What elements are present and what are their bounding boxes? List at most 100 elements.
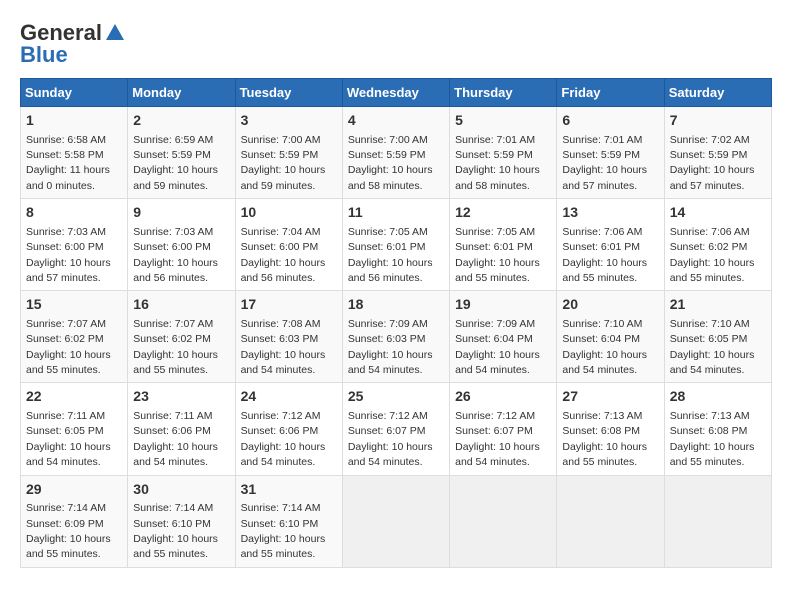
day-content: Sunrise: 7:14 AMSunset: 6:09 PMDaylight:…	[26, 502, 111, 560]
day-header-thursday: Thursday	[450, 79, 557, 107]
day-header-saturday: Saturday	[664, 79, 771, 107]
day-number: 3	[241, 111, 337, 131]
calendar-week-row: 1 Sunrise: 6:58 AMSunset: 5:58 PMDaylight…	[21, 107, 772, 199]
calendar-day-23: 23 Sunrise: 7:11 AMSunset: 6:06 PMDayligh…	[128, 383, 235, 475]
day-content: Sunrise: 7:00 AMSunset: 5:59 PMDaylight:…	[241, 134, 326, 192]
calendar-day-31: 31Sunrise: 7:14 AMSunset: 6:10 PMDayligh…	[235, 475, 342, 567]
calendar-day-15: 15 Sunrise: 7:07 AMSunset: 6:02 PMDayligh…	[21, 291, 128, 383]
logo-blue-text: Blue	[20, 42, 68, 68]
day-number: 28	[670, 387, 766, 407]
day-content: Sunrise: 7:09 AMSunset: 6:03 PMDaylight:…	[348, 318, 433, 376]
calendar-empty-cell	[342, 475, 449, 567]
day-number: 21	[670, 295, 766, 315]
calendar-day-22: 22Sunrise: 7:11 AMSunset: 6:05 PMDayligh…	[21, 383, 128, 475]
day-number: 19	[455, 295, 551, 315]
calendar-day-5: 5 Sunrise: 7:01 AMSunset: 5:59 PMDaylight…	[450, 107, 557, 199]
day-number: 22	[26, 387, 122, 407]
calendar-week-row: 15 Sunrise: 7:07 AMSunset: 6:02 PMDayligh…	[21, 291, 772, 383]
day-header-wednesday: Wednesday	[342, 79, 449, 107]
calendar-day-24: 24 Sunrise: 7:12 AMSunset: 6:06 PMDayligh…	[235, 383, 342, 475]
calendar-empty-cell	[450, 475, 557, 567]
day-number: 11	[348, 203, 444, 223]
day-number: 15	[26, 295, 122, 315]
day-content: Sunrise: 7:05 AMSunset: 6:01 PMDaylight:…	[455, 226, 540, 284]
day-content: Sunrise: 6:58 AMSunset: 5:58 PMDaylight:…	[26, 134, 110, 192]
day-number: 16	[133, 295, 229, 315]
day-header-monday: Monday	[128, 79, 235, 107]
calendar-day-21: 21 Sunrise: 7:10 AMSunset: 6:05 PMDayligh…	[664, 291, 771, 383]
day-content: Sunrise: 7:05 AMSunset: 6:01 PMDaylight:…	[348, 226, 433, 284]
logo: General Blue	[20, 20, 126, 68]
day-number: 24	[241, 387, 337, 407]
day-content: Sunrise: 7:02 AMSunset: 5:59 PMDaylight:…	[670, 134, 755, 192]
day-number: 8	[26, 203, 122, 223]
day-number: 31	[241, 480, 337, 500]
day-content: Sunrise: 7:12 AMSunset: 6:07 PMDaylight:…	[455, 410, 540, 468]
calendar-day-19: 19 Sunrise: 7:09 AMSunset: 6:04 PMDayligh…	[450, 291, 557, 383]
calendar-day-25: 25 Sunrise: 7:12 AMSunset: 6:07 PMDayligh…	[342, 383, 449, 475]
day-number: 6	[562, 111, 658, 131]
day-number: 17	[241, 295, 337, 315]
day-content: Sunrise: 7:12 AMSunset: 6:06 PMDaylight:…	[241, 410, 326, 468]
calendar-day-7: 7 Sunrise: 7:02 AMSunset: 5:59 PMDaylight…	[664, 107, 771, 199]
day-number: 12	[455, 203, 551, 223]
day-number: 23	[133, 387, 229, 407]
calendar-day-18: 18 Sunrise: 7:09 AMSunset: 6:03 PMDayligh…	[342, 291, 449, 383]
day-content: Sunrise: 7:10 AMSunset: 6:05 PMDaylight:…	[670, 318, 755, 376]
day-number: 25	[348, 387, 444, 407]
calendar-day-12: 12 Sunrise: 7:05 AMSunset: 6:01 PMDayligh…	[450, 199, 557, 291]
day-number: 7	[670, 111, 766, 131]
day-number: 18	[348, 295, 444, 315]
calendar-day-30: 30Sunrise: 7:14 AMSunset: 6:10 PMDayligh…	[128, 475, 235, 567]
calendar-week-row: 8 Sunrise: 7:03 AMSunset: 6:00 PMDaylight…	[21, 199, 772, 291]
day-number: 4	[348, 111, 444, 131]
day-content: Sunrise: 7:13 AMSunset: 6:08 PMDaylight:…	[562, 410, 647, 468]
calendar-day-16: 16 Sunrise: 7:07 AMSunset: 6:02 PMDayligh…	[128, 291, 235, 383]
calendar-day-28: 28 Sunrise: 7:13 AMSunset: 6:08 PMDayligh…	[664, 383, 771, 475]
day-number: 27	[562, 387, 658, 407]
day-number: 5	[455, 111, 551, 131]
calendar-empty-cell	[664, 475, 771, 567]
day-content: Sunrise: 7:09 AMSunset: 6:04 PMDaylight:…	[455, 318, 540, 376]
day-number: 26	[455, 387, 551, 407]
day-number: 13	[562, 203, 658, 223]
day-content: Sunrise: 7:03 AMSunset: 6:00 PMDaylight:…	[26, 226, 111, 284]
day-content: Sunrise: 7:14 AMSunset: 6:10 PMDaylight:…	[133, 502, 218, 560]
calendar-day-26: 26 Sunrise: 7:12 AMSunset: 6:07 PMDayligh…	[450, 383, 557, 475]
day-content: Sunrise: 7:04 AMSunset: 6:00 PMDaylight:…	[241, 226, 326, 284]
calendar-day-13: 13 Sunrise: 7:06 AMSunset: 6:01 PMDayligh…	[557, 199, 664, 291]
calendar-header-row: SundayMondayTuesdayWednesdayThursdayFrid…	[21, 79, 772, 107]
day-number: 20	[562, 295, 658, 315]
day-header-friday: Friday	[557, 79, 664, 107]
day-content: Sunrise: 6:59 AMSunset: 5:59 PMDaylight:…	[133, 134, 218, 192]
day-content: Sunrise: 7:08 AMSunset: 6:03 PMDaylight:…	[241, 318, 326, 376]
day-number: 1	[26, 111, 122, 131]
calendar-day-29: 29Sunrise: 7:14 AMSunset: 6:09 PMDayligh…	[21, 475, 128, 567]
calendar-day-17: 17 Sunrise: 7:08 AMSunset: 6:03 PMDayligh…	[235, 291, 342, 383]
day-number: 10	[241, 203, 337, 223]
day-content: Sunrise: 7:07 AMSunset: 6:02 PMDaylight:…	[133, 318, 218, 376]
day-number: 29	[26, 480, 122, 500]
calendar-day-3: 3 Sunrise: 7:00 AMSunset: 5:59 PMDaylight…	[235, 107, 342, 199]
day-content: Sunrise: 7:11 AMSunset: 6:06 PMDaylight:…	[133, 410, 218, 468]
day-content: Sunrise: 7:06 AMSunset: 6:01 PMDaylight:…	[562, 226, 647, 284]
day-content: Sunrise: 7:13 AMSunset: 6:08 PMDaylight:…	[670, 410, 755, 468]
calendar-week-row: 22Sunrise: 7:11 AMSunset: 6:05 PMDayligh…	[21, 383, 772, 475]
day-content: Sunrise: 7:01 AMSunset: 5:59 PMDaylight:…	[455, 134, 540, 192]
logo-icon	[104, 22, 126, 44]
day-number: 14	[670, 203, 766, 223]
calendar-day-2: 2 Sunrise: 6:59 AMSunset: 5:59 PMDaylight…	[128, 107, 235, 199]
day-content: Sunrise: 7:01 AMSunset: 5:59 PMDaylight:…	[562, 134, 647, 192]
day-content: Sunrise: 7:12 AMSunset: 6:07 PMDaylight:…	[348, 410, 433, 468]
calendar-day-6: 6 Sunrise: 7:01 AMSunset: 5:59 PMDaylight…	[557, 107, 664, 199]
day-number: 2	[133, 111, 229, 131]
calendar-day-10: 10 Sunrise: 7:04 AMSunset: 6:00 PMDayligh…	[235, 199, 342, 291]
day-content: Sunrise: 7:07 AMSunset: 6:02 PMDaylight:…	[26, 318, 111, 376]
calendar-empty-cell	[557, 475, 664, 567]
calendar-day-27: 27 Sunrise: 7:13 AMSunset: 6:08 PMDayligh…	[557, 383, 664, 475]
day-number: 9	[133, 203, 229, 223]
header: General Blue	[20, 20, 772, 68]
day-content: Sunrise: 7:14 AMSunset: 6:10 PMDaylight:…	[241, 502, 326, 560]
calendar: SundayMondayTuesdayWednesdayThursdayFrid…	[20, 78, 772, 568]
day-content: Sunrise: 7:03 AMSunset: 6:00 PMDaylight:…	[133, 226, 218, 284]
